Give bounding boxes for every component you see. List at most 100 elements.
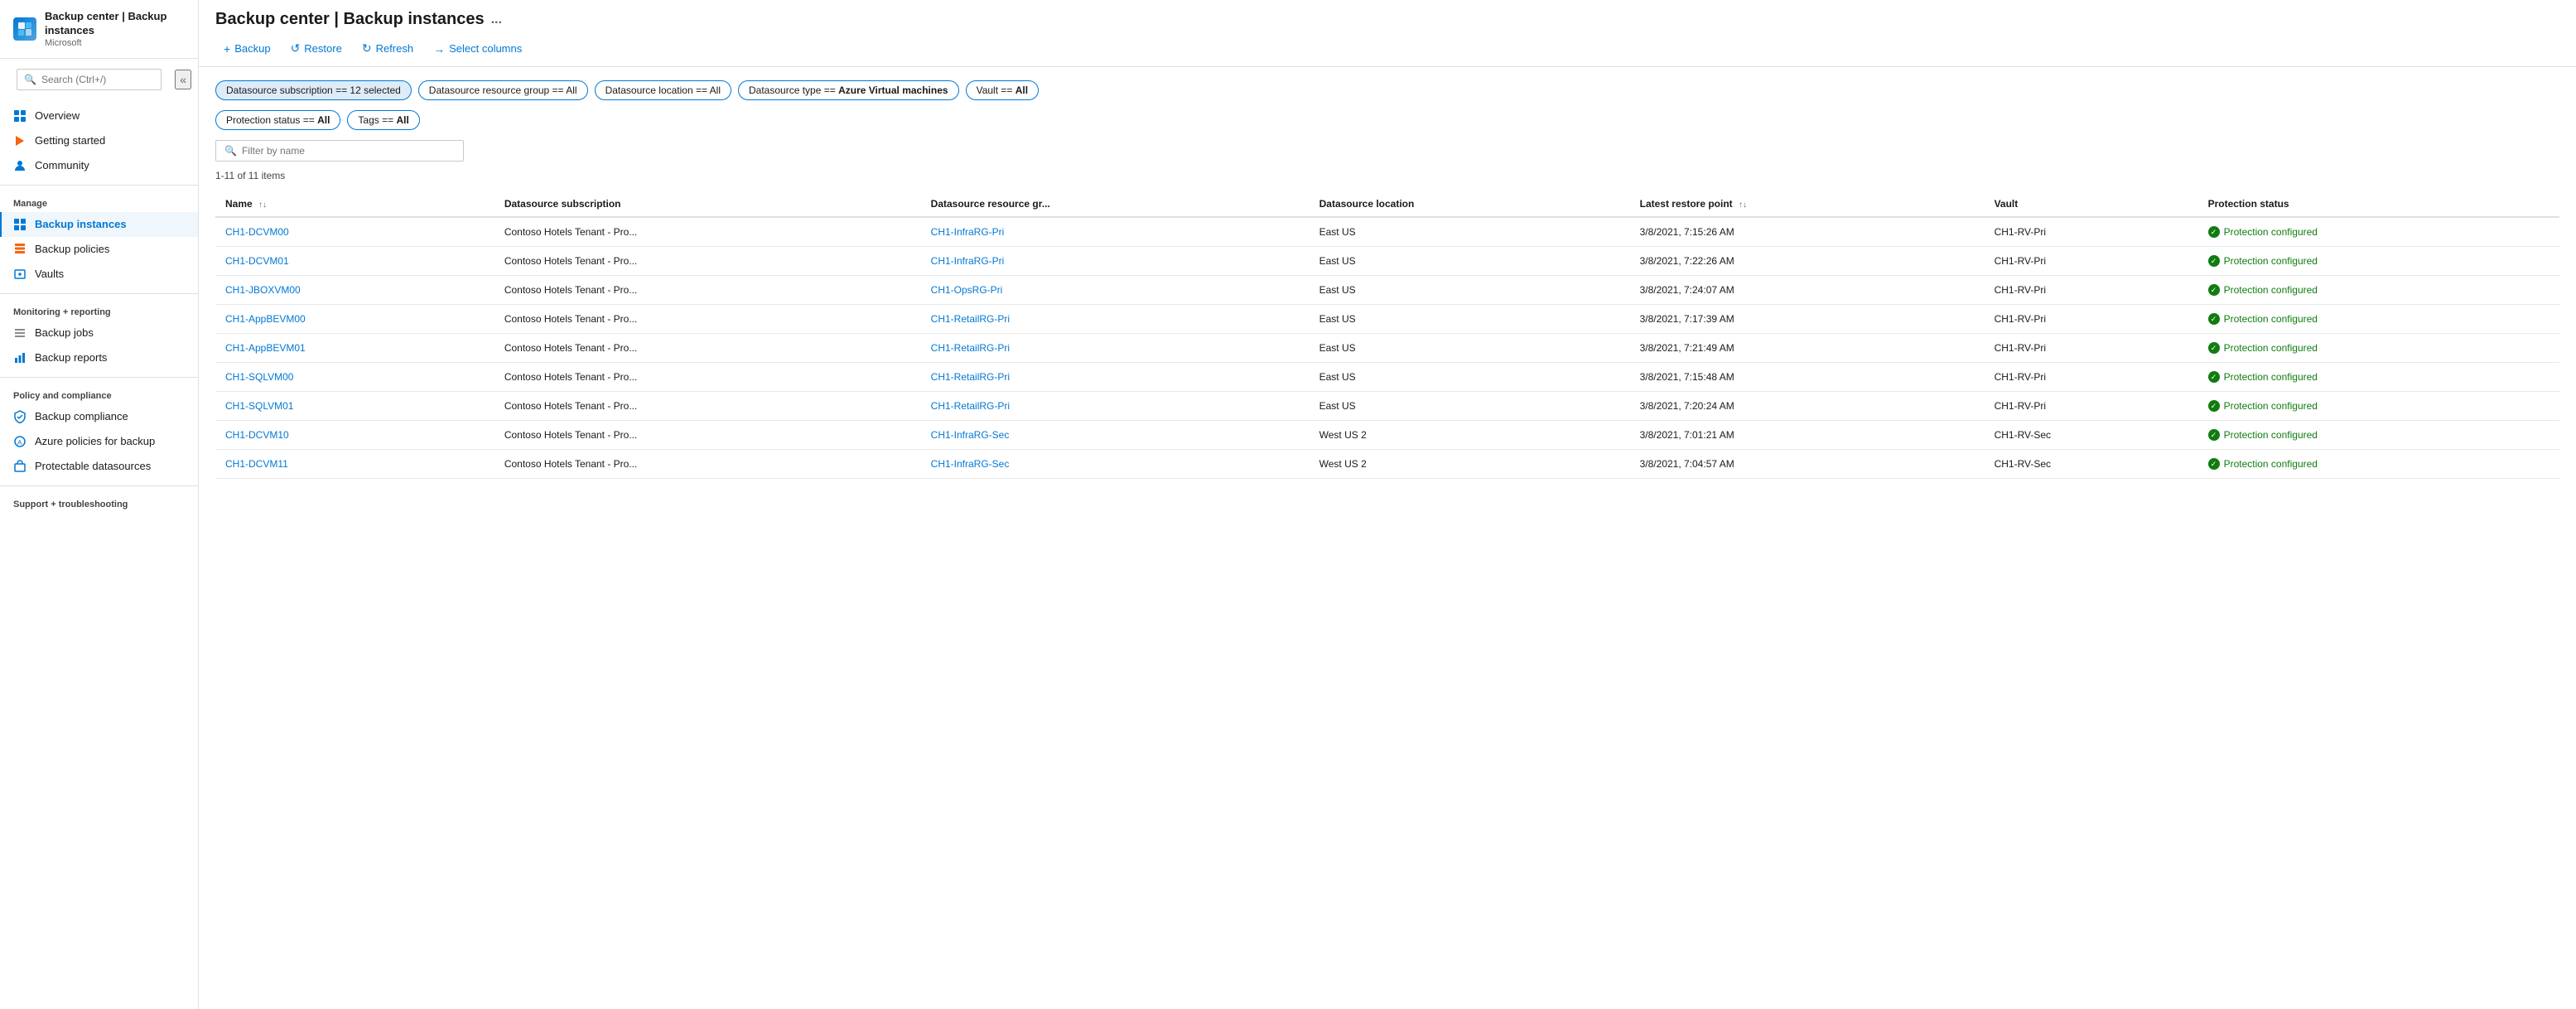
sidebar-item-vaults[interactable]: Vaults [0, 262, 198, 287]
cell-name-7: CH1-DCVM10 [215, 421, 494, 450]
table-body: CH1-DCVM00 Contoso Hotels Tenant - Pro..… [215, 217, 2559, 479]
cell-status-2: ✓ Protection configured [2198, 276, 2559, 305]
sidebar-item-overview-label: Overview [35, 109, 80, 122]
sidebar-item-community[interactable]: Community [0, 153, 198, 178]
cell-vault-4: CH1-RV-Pri [1985, 334, 2198, 363]
name-link-4[interactable]: CH1-AppBEVM01 [225, 342, 306, 354]
filter-search-icon: 🔍 [224, 145, 237, 157]
cell-status-8: ✓ Protection configured [2198, 450, 2559, 479]
cell-name-2: CH1-JBOXVM00 [215, 276, 494, 305]
name-link-6[interactable]: CH1-SQLVM01 [225, 400, 293, 412]
monitoring-section-label: Monitoring + reporting [0, 301, 198, 321]
filter-by-name-input[interactable] [242, 145, 455, 157]
azure-policies-icon: A [13, 435, 27, 448]
cell-name-3: CH1-AppBEVM00 [215, 305, 494, 334]
col-header-protection-status: Protection status [2198, 191, 2559, 217]
name-sort-icon[interactable]: ↑↓ [258, 200, 267, 210]
cell-vault-0: CH1-RV-Pri [1985, 217, 2198, 247]
collapse-button[interactable]: « [175, 70, 191, 89]
cell-resource-group-7: CH1-InfraRG-Sec [921, 421, 1310, 450]
backup-policies-icon [13, 243, 27, 256]
cell-location-8: West US 2 [1310, 450, 1630, 479]
sidebar-item-getting-started[interactable]: Getting started [0, 128, 198, 153]
nav-support: Support + troubleshooting [0, 490, 198, 516]
cell-location-3: East US [1310, 305, 1630, 334]
cell-restore-point-0: 3/8/2021, 7:15:26 AM [1630, 217, 1985, 247]
cell-vault-1: CH1-RV-Pri [1985, 247, 2198, 276]
restore-button[interactable]: ↺ Restore [282, 37, 350, 60]
search-row: 🔍 « [0, 59, 198, 100]
col-location-label: Datasource location [1319, 198, 1415, 210]
resource-group-link-5[interactable]: CH1-RetailRG-Pri [931, 371, 1010, 383]
name-link-1[interactable]: CH1-DCVM01 [225, 255, 289, 267]
name-link-3[interactable]: CH1-AppBEVM00 [225, 313, 306, 325]
status-text-2: Protection configured [2224, 284, 2318, 296]
filter-datasource-location[interactable]: Datasource location == All [595, 80, 731, 100]
cell-subscription-2: Contoso Hotels Tenant - Pro... [494, 276, 921, 305]
cell-subscription-7: Contoso Hotels Tenant - Pro... [494, 421, 921, 450]
col-header-name[interactable]: Name ↑↓ [215, 191, 494, 217]
table-row: CH1-JBOXVM00 Contoso Hotels Tenant - Pro… [215, 276, 2559, 305]
filter-by-name-box[interactable]: 🔍 [215, 140, 464, 162]
status-dot-3: ✓ [2208, 313, 2220, 325]
resource-group-link-7[interactable]: CH1-InfraRG-Sec [931, 429, 1010, 441]
status-dot-1: ✓ [2208, 255, 2220, 267]
getting-started-icon [13, 134, 27, 147]
ellipsis-button[interactable]: ... [491, 12, 502, 27]
app-subtitle: Microsoft [45, 38, 185, 48]
filter-row-2: Protection status == All Tags == All [215, 110, 2559, 130]
sidebar-item-backup-policies[interactable]: Backup policies [0, 237, 198, 262]
status-dot-8: ✓ [2208, 458, 2220, 470]
sidebar-item-azure-policies[interactable]: A Azure policies for backup [0, 429, 198, 454]
filter-datasource-resource-group[interactable]: Datasource resource group == All [418, 80, 588, 100]
cell-name-1: CH1-DCVM01 [215, 247, 494, 276]
status-badge-2: ✓ Protection configured [2208, 284, 2549, 296]
status-text-0: Protection configured [2224, 226, 2318, 238]
name-link-8[interactable]: CH1-DCVM11 [225, 458, 288, 470]
filter-vault[interactable]: Vault == All [966, 80, 1040, 100]
sidebar-item-backup-instances[interactable]: Backup instances [0, 212, 198, 237]
refresh-button[interactable]: ↻ Refresh [354, 37, 422, 60]
status-text-8: Protection configured [2224, 458, 2318, 470]
filter-protection-status[interactable]: Protection status == All [215, 110, 340, 130]
resource-group-link-4[interactable]: CH1-RetailRG-Pri [931, 342, 1010, 354]
select-columns-label: Select columns [449, 42, 522, 55]
filter-tags[interactable]: Tags == All [347, 110, 419, 130]
sidebar-item-backup-jobs[interactable]: Backup jobs [0, 321, 198, 345]
cell-vault-8: CH1-RV-Sec [1985, 450, 2198, 479]
cell-resource-group-2: CH1-OpsRG-Pri [921, 276, 1310, 305]
resource-group-link-0[interactable]: CH1-InfraRG-Pri [931, 226, 1005, 238]
resource-group-link-3[interactable]: CH1-RetailRG-Pri [931, 313, 1010, 325]
filter-datasource-type[interactable]: Datasource type == Azure Virtual machine… [738, 80, 959, 100]
nav-policy: Policy and compliance Backup compliance … [0, 381, 198, 482]
resource-group-link-2[interactable]: CH1-OpsRG-Pri [931, 284, 1003, 296]
select-columns-button[interactable]: → Select columns [425, 38, 530, 60]
sidebar-item-backup-compliance[interactable]: Backup compliance [0, 404, 198, 429]
resource-group-link-6[interactable]: CH1-RetailRG-Pri [931, 400, 1010, 412]
toolbar: + Backup ↺ Restore ↻ Refresh → Select co… [215, 31, 2559, 66]
search-input[interactable] [41, 74, 154, 85]
col-header-restore-point[interactable]: Latest restore point ↑↓ [1630, 191, 1985, 217]
name-link-5[interactable]: CH1-SQLVM00 [225, 371, 293, 383]
main-header: Backup center | Backup instances ... + B… [199, 0, 2576, 67]
sidebar-item-backup-reports[interactable]: Backup reports [0, 345, 198, 370]
name-link-2[interactable]: CH1-JBOXVM00 [225, 284, 301, 296]
status-badge-0: ✓ Protection configured [2208, 226, 2549, 238]
status-dot-7: ✓ [2208, 429, 2220, 441]
nav-monitoring: Monitoring + reporting Backup jobs Backu… [0, 297, 198, 374]
sidebar-item-overview[interactable]: Overview [0, 104, 198, 128]
sidebar-item-protectable[interactable]: Protectable datasources [0, 454, 198, 479]
cell-location-1: East US [1310, 247, 1630, 276]
search-box[interactable]: 🔍 [17, 69, 162, 90]
filter-datasource-subscription[interactable]: Datasource subscription == 12 selected [215, 80, 412, 100]
resource-group-link-8[interactable]: CH1-InfraRG-Sec [931, 458, 1010, 470]
resource-group-link-1[interactable]: CH1-InfraRG-Pri [931, 255, 1005, 267]
cell-location-0: East US [1310, 217, 1630, 247]
cell-vault-6: CH1-RV-Pri [1985, 392, 2198, 421]
cell-resource-group-0: CH1-InfraRG-Pri [921, 217, 1310, 247]
name-link-0[interactable]: CH1-DCVM00 [225, 226, 289, 238]
restore-point-sort-icon[interactable]: ↑↓ [1739, 200, 1747, 210]
sidebar-header: Backup center | Backup instances Microso… [0, 0, 198, 59]
name-link-7[interactable]: CH1-DCVM10 [225, 429, 289, 441]
backup-button[interactable]: + Backup [215, 38, 279, 60]
